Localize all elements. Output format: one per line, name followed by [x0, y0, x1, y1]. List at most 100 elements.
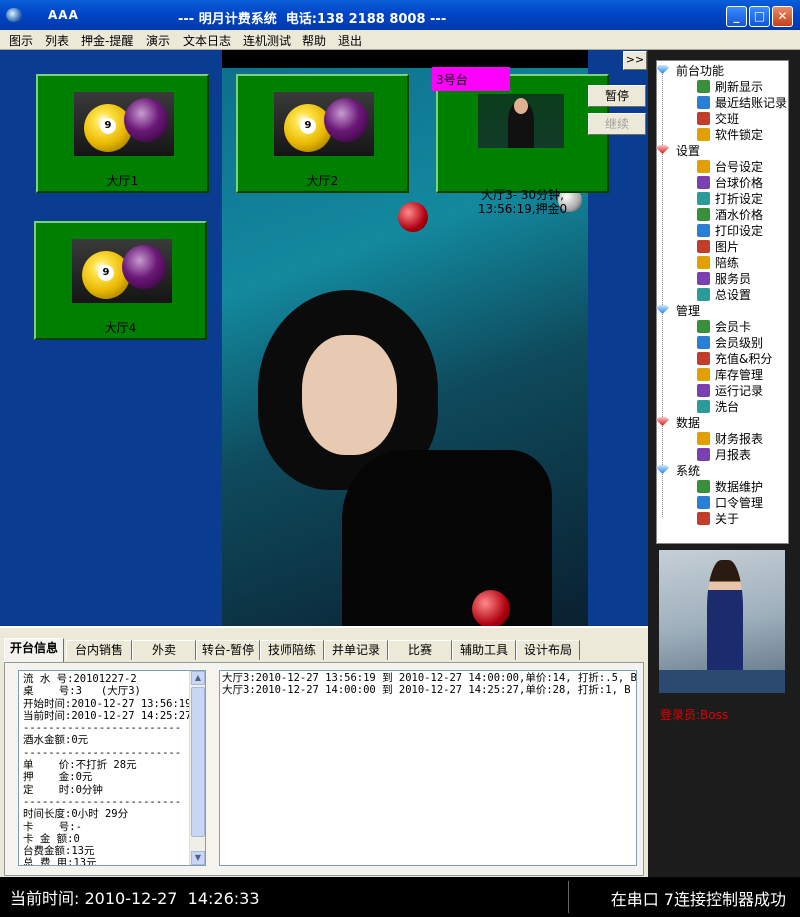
tree-item[interactable]: 数据维护 [715, 478, 763, 495]
tree-item-icon [697, 112, 710, 125]
scroll-down-arrow-icon[interactable]: ▼ [191, 851, 205, 865]
tree-item[interactable]: 运行记录 [715, 382, 763, 399]
tree-item[interactable]: 服务员 [715, 270, 751, 287]
app-short-name: AAA [48, 8, 79, 22]
tree-item-icon [697, 384, 710, 397]
info-line: 时间长度:0小时 29分 [23, 808, 129, 821]
tree-item[interactable]: 充值&积分 [715, 350, 772, 367]
tree-item[interactable]: 图片 [715, 238, 739, 255]
app-icon[interactable] [6, 8, 22, 22]
table-name: 大厅2 [306, 174, 339, 188]
tab-tools[interactable]: 辅助工具 [452, 640, 516, 660]
expand-panel-button[interactable]: >> [623, 51, 647, 70]
scroll-up-arrow-icon[interactable]: ▲ [191, 671, 205, 685]
tab-transfer-pause[interactable]: 转台-暂停 [196, 640, 260, 660]
tree-item[interactable]: 软件锁定 [715, 126, 763, 143]
menu-list[interactable]: 列表 [45, 32, 69, 49]
info-line: 当前时间:2010-12-27 14:25:27 [23, 709, 191, 722]
connection-status: 在串口 7连接控制器成功 [610, 890, 786, 909]
status-bar: 当前时间: 2010-12-27 14:26:33 在串口 7连接控制器成功 [0, 877, 800, 917]
tree-item[interactable]: 刷新显示 [715, 78, 763, 95]
billiard-balls-image [274, 92, 374, 156]
tree-item-icon [697, 80, 710, 93]
open-info-textbox[interactable]: 流 水 号:20101227-2 桌 号:3 (大厅3) 开始时间:2010-12-… [18, 670, 206, 866]
tab-technician[interactable]: 技师陪练 [260, 640, 324, 660]
tree-group-0[interactable]: 前台功能 [676, 62, 724, 79]
menu-exit[interactable]: 退出 [338, 32, 362, 49]
menu-connection-test[interactable]: 连机测试 [243, 32, 291, 49]
table-label-3: 3号台 [432, 67, 510, 91]
title-bar: AAA --- 明月计费系统 电话:138 2188 8008 --- _ □ … [0, 0, 800, 30]
info-line: 桌 号:3 (大厅3) [23, 685, 141, 698]
tree-item[interactable]: 酒水价格 [715, 206, 763, 223]
tree-item[interactable]: 会员级别 [715, 334, 763, 351]
info-line: 开始时间:2010-12-27 13:56:19 [23, 697, 191, 710]
close-button[interactable]: ✕ [772, 6, 793, 27]
current-time: 当前时间: 2010-12-27 14:26:33 [10, 889, 260, 908]
tab-takeaway[interactable]: 外卖 [132, 640, 196, 660]
tree-item[interactable]: 陪练 [715, 254, 739, 271]
tree-item-icon [697, 480, 710, 493]
tree-item[interactable]: 洗台 [715, 398, 739, 415]
tab-open-info[interactable]: 开台信息 [4, 638, 64, 662]
continue-button[interactable]: 继续 [588, 113, 646, 135]
tree-item[interactable]: 月报表 [715, 446, 751, 463]
log-line: 大厅3:2010-12-27 13:56:19 到 2010-12-27 14:… [222, 672, 637, 684]
tree-item[interactable]: 口令管理 [715, 494, 763, 511]
tree-item-icon [697, 368, 710, 381]
window-title: --- 明月计费系统 电话:138 2188 8008 --- [178, 12, 447, 27]
tab-table-sales[interactable]: 台内销售 [66, 640, 132, 660]
tree-item-icon [697, 240, 710, 253]
tree-item[interactable]: 关于 [715, 510, 739, 527]
menu-deposit-reminder[interactable]: 押金-提醒 [81, 32, 133, 49]
tree-item[interactable]: 最近结账记录 [715, 94, 787, 111]
pause-button[interactable]: 暂停 [588, 85, 646, 107]
billiard-balls-image [74, 92, 174, 156]
tree-item[interactable]: 财务报表 [715, 430, 763, 447]
record-log-textbox[interactable]: 大厅3:2010-12-27 13:56:19 到 2010-12-27 14:… [219, 670, 637, 866]
tree-group-4[interactable]: 系统 [676, 462, 700, 479]
menu-demo[interactable]: 演示 [146, 32, 170, 49]
tree-item[interactable]: 打印设定 [715, 222, 763, 239]
table-tile-hall1[interactable]: 大厅1 [36, 74, 209, 193]
tree-item[interactable]: 台球价格 [715, 174, 763, 191]
menu-text-log[interactable]: 文本日志 [183, 32, 231, 49]
tree-item-icon [697, 192, 710, 205]
table-name: 大厅4 [104, 321, 137, 335]
tree-item-icon [697, 208, 710, 221]
table-tile-hall4[interactable]: 大厅4 [34, 221, 207, 340]
table-tile-hall3[interactable]: 大厅3- 30分钟, 13:56:19,押金0 [436, 74, 609, 216]
info-scrollbar[interactable]: ▲ ▼ [189, 671, 205, 865]
menu-help[interactable]: 帮助 [302, 32, 326, 49]
minimize-button[interactable]: _ [726, 6, 747, 27]
tab-design-layout[interactable]: 设计布局 [516, 640, 580, 660]
tree-item-icon [697, 448, 710, 461]
tree-item[interactable]: 交班 [715, 110, 739, 127]
table-tile-hall2[interactable]: 大厅2 [236, 74, 409, 193]
tree-item[interactable]: 会员卡 [715, 318, 751, 335]
table-status: 大厅3- 30分钟, 13:56:19,押金0 [438, 188, 607, 216]
tree-item-icon [697, 336, 710, 349]
billiard-balls-image [72, 239, 172, 303]
scroll-thumb[interactable] [191, 687, 205, 837]
tree-group-1[interactable]: 设置 [676, 142, 700, 159]
tree-item[interactable]: 总设置 [715, 286, 751, 303]
tree-item[interactable]: 库存管理 [715, 366, 763, 383]
player-photo-image [478, 94, 564, 148]
tab-merge-records[interactable]: 并单记录 [324, 640, 388, 660]
tab-match[interactable]: 比赛 [388, 640, 452, 660]
tree-item[interactable]: 台号设定 [715, 158, 763, 175]
menu-diagram[interactable]: 图示 [9, 32, 33, 49]
info-line: 总 费 用:13元 [23, 857, 97, 866]
tree-item-icon [697, 432, 710, 445]
maximize-button[interactable]: □ [749, 6, 770, 27]
open-info-lines: 流 水 号:20101227-2 桌 号:3 (大厅3) 开始时间:2010-12-… [23, 673, 191, 866]
tree-group-3[interactable]: 数据 [676, 414, 700, 431]
tree-group-2[interactable]: 管理 [676, 302, 700, 319]
tree-item-icon [697, 224, 710, 237]
info-line: 卡 号:- [23, 820, 82, 833]
login-user-label: 登录员:Boss [660, 708, 729, 722]
info-line: 卡 金 额:0 [23, 832, 80, 845]
tree-item[interactable]: 打折设定 [715, 190, 763, 207]
tree-item-icon [697, 400, 710, 413]
